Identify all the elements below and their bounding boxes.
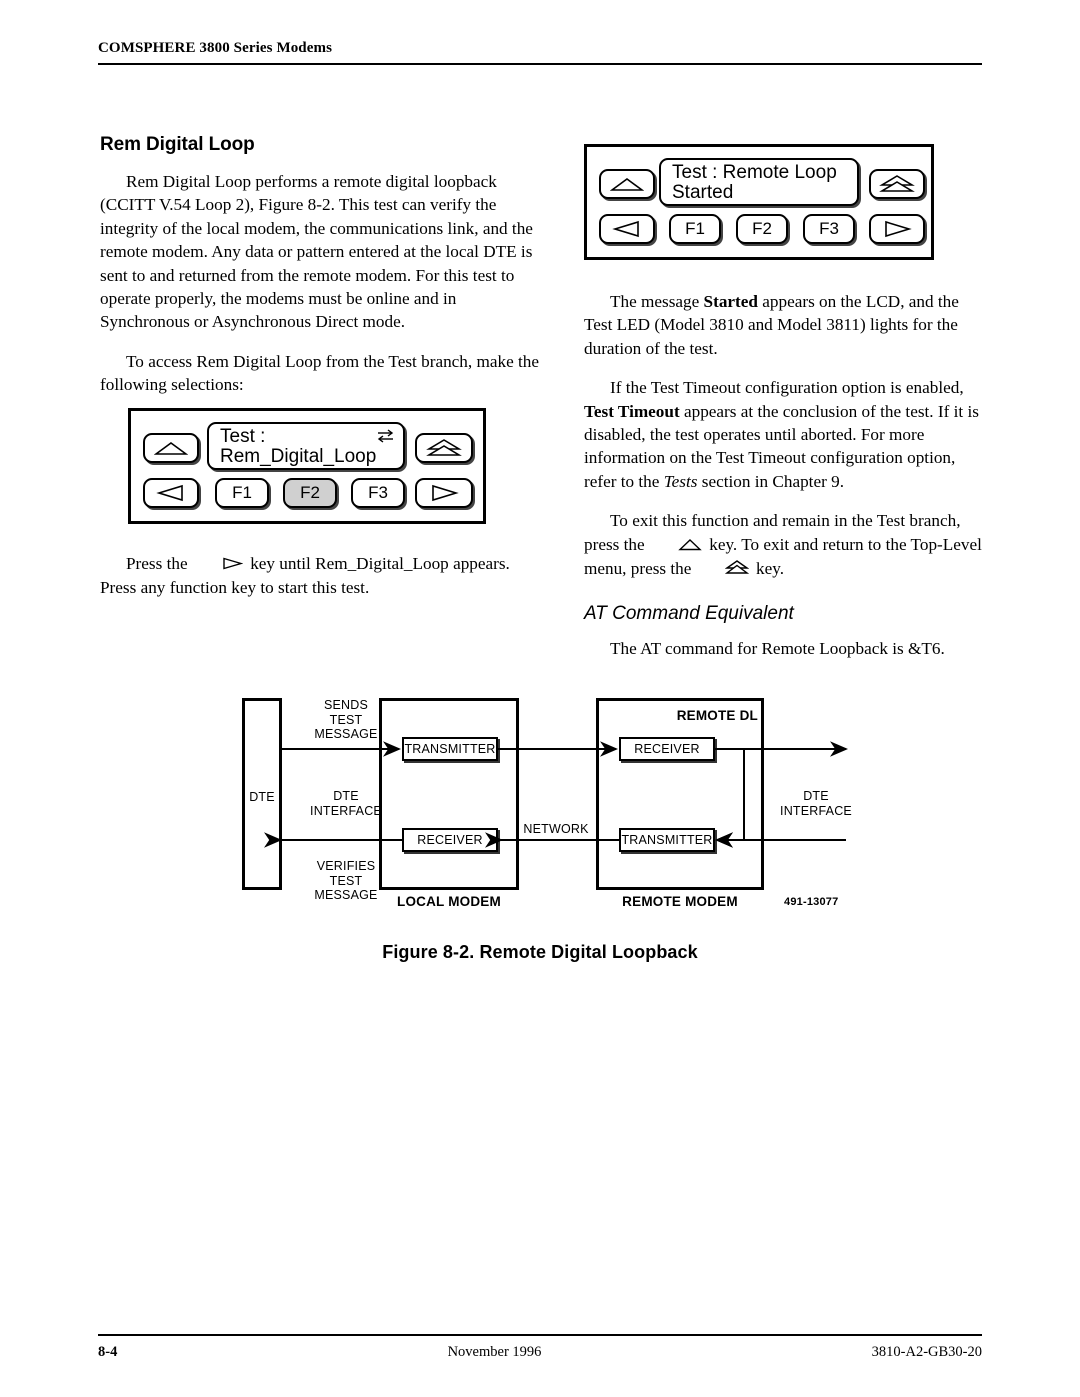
- figure-caption: Figure 8-2. Remote Digital Loopback: [382, 942, 698, 962]
- top-level-menu-inline-icon: [699, 558, 749, 581]
- started-bold: Started: [703, 292, 758, 311]
- up-arrow-key-icon: [610, 177, 644, 191]
- top-level-menu-key[interactable]: [415, 433, 473, 463]
- left-arrow-key[interactable]: [143, 478, 199, 508]
- paragraph-started-message: The message Started appears on the LCD, …: [584, 290, 984, 360]
- remote-digital-loopback-diagram: DTE SENDS TEST MESSAGE DTE INTERFACE VER…: [236, 690, 856, 915]
- up-arrow-key-icon: [154, 441, 188, 455]
- function-key-f2[interactable]: F2: [736, 214, 788, 244]
- right-arrow-key-icon: [432, 484, 459, 502]
- paragraph-exit-function: To exit this function and remain in the …: [584, 509, 984, 581]
- timeout-italic-tests: Tests: [663, 471, 698, 491]
- function-key-f3[interactable]: F3: [351, 478, 405, 508]
- timeout-text-c: section in Chapter 9.: [697, 471, 844, 491]
- running-head: COMSPHERE 3800 Series Modems: [98, 40, 333, 56]
- timeout-text-a: If the Test Timeout configuration option…: [610, 378, 964, 398]
- lcd-keypad-panel-remote-loop-started[interactable]: Test : Remote Loop Started F1 F2 F3: [584, 144, 934, 260]
- function-key-f1[interactable]: F1: [669, 214, 721, 244]
- lcd-line-2: Started: [672, 182, 734, 203]
- paragraph-access: To access Rem Digital Loop from the Test…: [100, 351, 539, 395]
- left-arrow-key-icon: [612, 220, 639, 238]
- press-key-text-a: Press the: [126, 554, 188, 573]
- lcd-line-2: Rem_Digital_Loop: [220, 446, 377, 467]
- paragraph-intro: Rem Digital Loop performs a remote digit…: [100, 172, 533, 332]
- exit-text-c: key.: [756, 559, 784, 579]
- top-level-menu-key[interactable]: [869, 169, 925, 199]
- left-arrow-key-icon: [156, 484, 183, 502]
- page-title: Rem Digital Loop: [100, 134, 255, 155]
- lcd-line-1: Test : Remote Loop: [672, 162, 837, 183]
- paragraph-at-command: The AT command for Remote Loopback is &T…: [610, 639, 945, 659]
- timeout-bold: Test Timeout: [584, 401, 680, 421]
- footer-page-number: 8-4: [98, 1344, 118, 1360]
- left-right-arrows-icon: [377, 429, 394, 443]
- lcd-line-1: Test :: [220, 426, 266, 447]
- top-level-menu-key-icon: [879, 175, 915, 192]
- up-arrow-key[interactable]: [599, 169, 655, 199]
- left-column-lower: Press the key until Rem_Digital_Loop app…: [100, 552, 540, 600]
- header-divider: [98, 63, 982, 65]
- right-arrow-key[interactable]: [869, 214, 925, 244]
- diagram-signal-lines: [264, 741, 848, 848]
- paragraph-test-timeout: If the Test Timeout configuration option…: [584, 376, 984, 493]
- started-text-a: The message: [610, 292, 704, 311]
- lcd-keypad-panel-rem-digital-loop[interactable]: Test : Rem_Digital_Loop F1 F2 F3: [128, 408, 486, 524]
- right-arrow-inline-icon: [195, 553, 244, 576]
- function-key-f3[interactable]: F3: [803, 214, 855, 244]
- subsection-title-at-command: AT Command Equivalent: [584, 603, 794, 625]
- right-column: The message Started appears on the LCD, …: [584, 290, 984, 661]
- function-key-f1[interactable]: F1: [215, 478, 269, 508]
- top-level-menu-key-icon: [426, 439, 462, 456]
- paragraph-press-key: Press the key until Rem_Digital_Loop app…: [100, 552, 540, 600]
- function-key-f2[interactable]: F2: [283, 478, 337, 508]
- lcd-display-remote-loop-started: Test : Remote Loop Started: [659, 158, 859, 206]
- left-column: Rem Digital Loop Rem Digital Loop perfor…: [100, 134, 540, 413]
- up-arrow-key[interactable]: [143, 433, 199, 463]
- figure-part-number: 491-13077: [784, 896, 839, 908]
- footer-divider: [98, 1334, 982, 1336]
- lcd-display-rem-digital-loop: Test : Rem_Digital_Loop: [207, 422, 405, 470]
- footer-doc-number: 3810-A2-GB30-20: [871, 1344, 982, 1360]
- right-arrow-key[interactable]: [415, 478, 473, 508]
- footer-date: November 1996: [447, 1344, 542, 1360]
- footer: 8-4 November 1996 3810-A2-GB30-20: [98, 1344, 982, 1361]
- up-arrow-inline-icon: [652, 534, 702, 557]
- right-arrow-key-icon: [885, 220, 912, 238]
- left-arrow-key[interactable]: [599, 214, 655, 244]
